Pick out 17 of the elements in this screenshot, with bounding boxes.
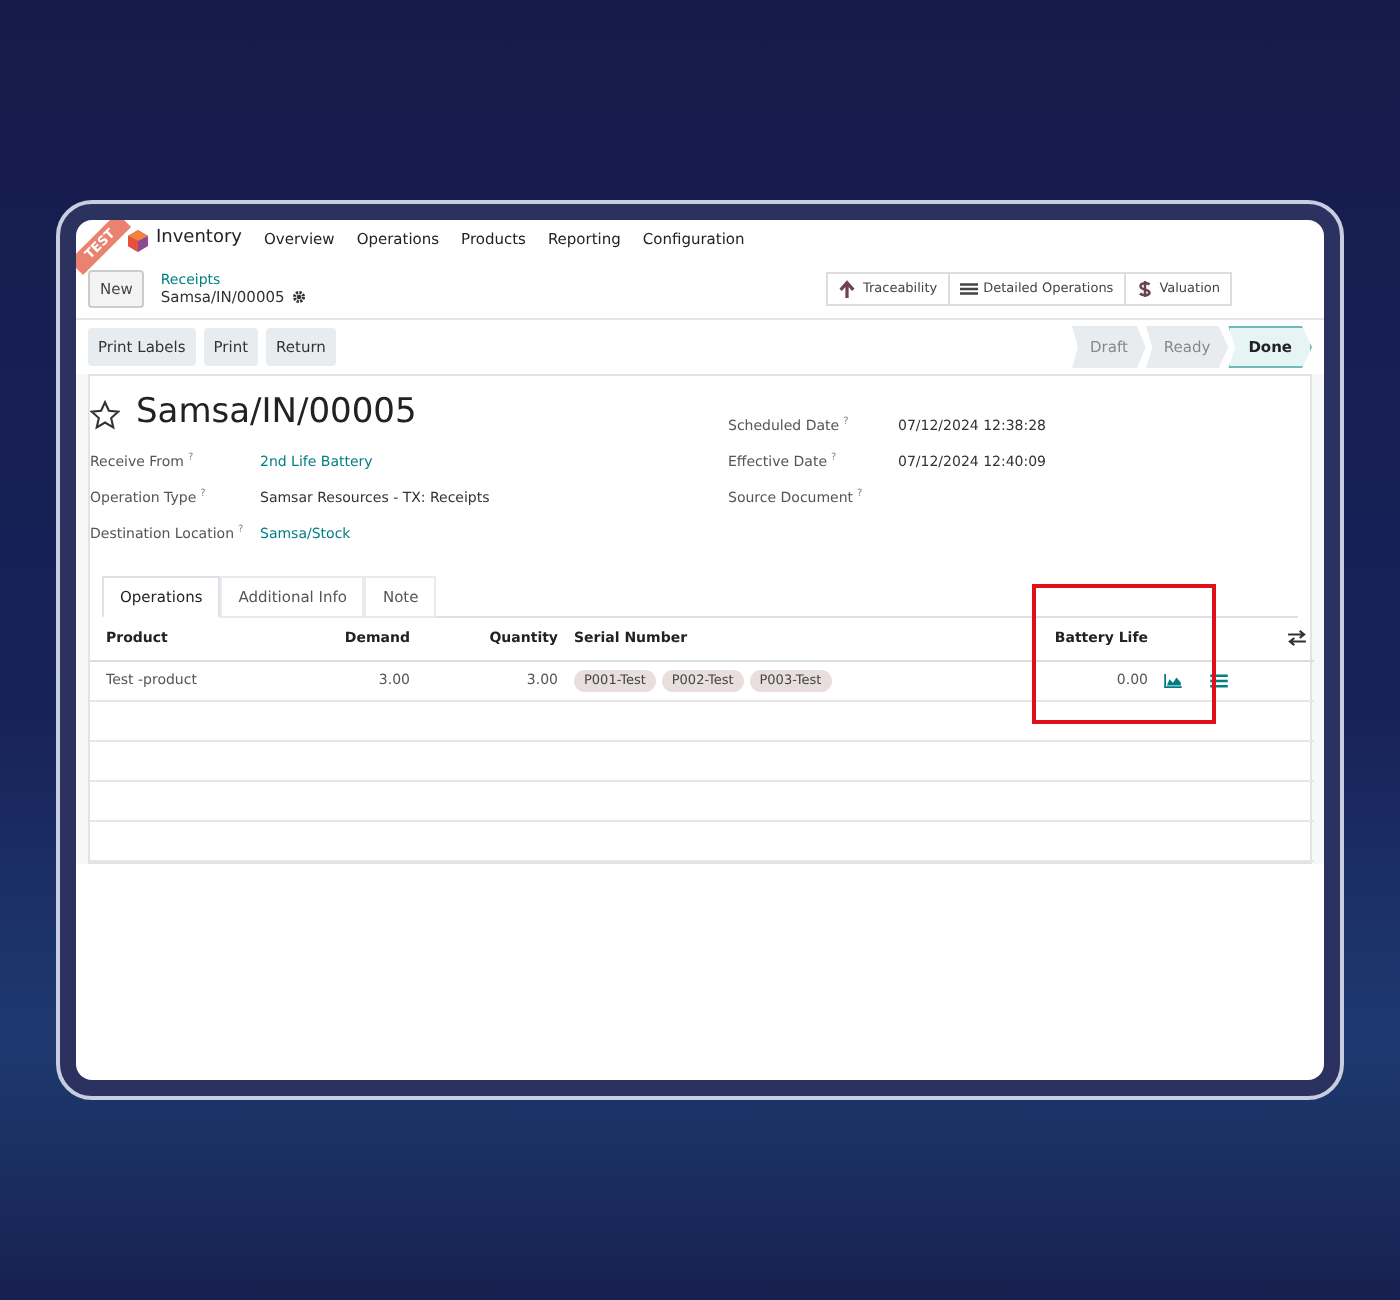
app-name[interactable]: Inventory <box>156 226 242 254</box>
list-icon <box>959 280 978 298</box>
help-mark[interactable]: ? <box>843 415 849 436</box>
arrow-up-icon <box>838 280 857 298</box>
help-mark[interactable]: ? <box>238 523 244 544</box>
record-title: Samsa/IN/00005 <box>136 390 417 437</box>
star-icon[interactable] <box>90 399 120 429</box>
list-icon[interactable] <box>1210 673 1228 688</box>
dollar-icon <box>1135 280 1154 298</box>
app-logo-icon[interactable] <box>128 229 148 251</box>
help-mark[interactable]: ? <box>200 487 206 508</box>
help-mark[interactable]: ? <box>857 487 863 508</box>
help-mark[interactable]: ? <box>831 451 837 472</box>
settings-icon[interactable] <box>292 289 307 303</box>
column-settings-icon[interactable] <box>1288 630 1306 647</box>
area-chart-icon[interactable] <box>1164 673 1182 688</box>
help-mark[interactable]: ? <box>187 451 194 472</box>
